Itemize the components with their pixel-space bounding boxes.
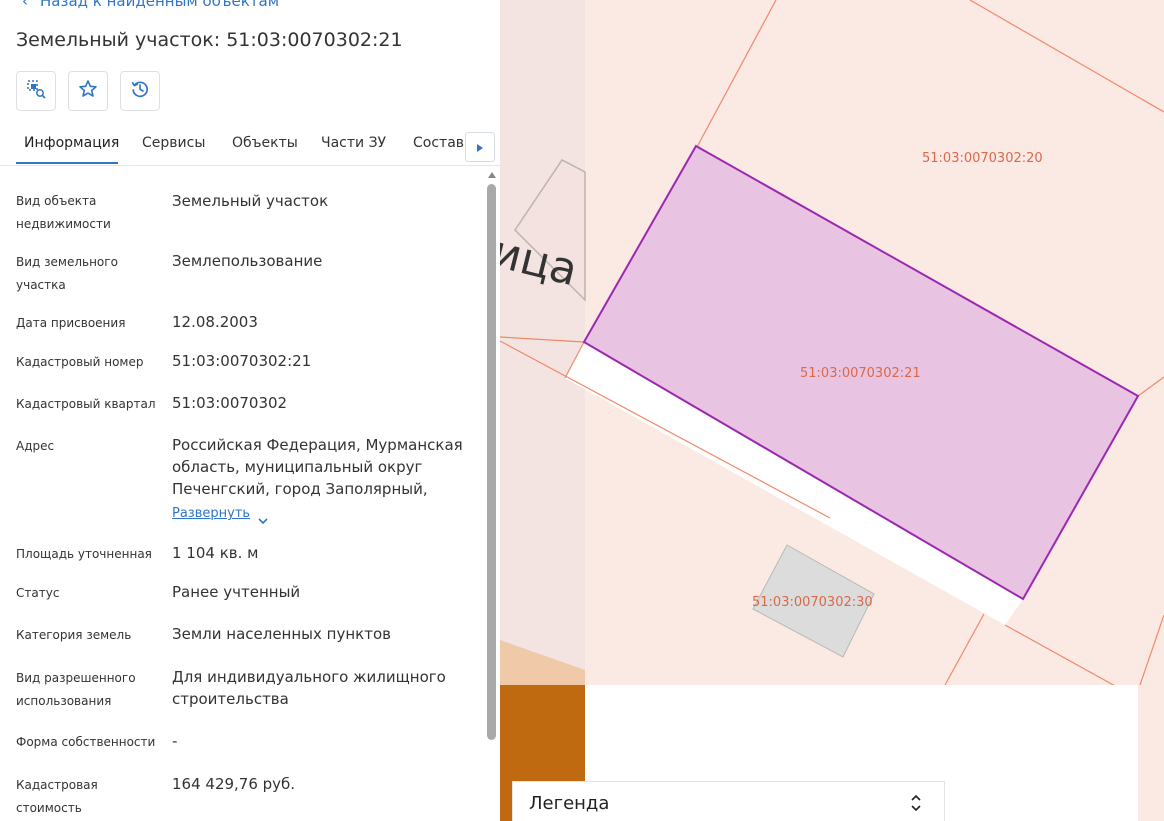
legend-panel[interactable]: Легенда — [512, 781, 945, 821]
row-value-land-category: Земли населенных пунктов — [172, 625, 391, 643]
select-on-map-button[interactable] — [16, 71, 56, 111]
parcel-label-20: 51:03:0070302:20 — [922, 151, 1043, 166]
scroll-thumb[interactable] — [487, 184, 496, 740]
panel-scrollbar[interactable] — [487, 172, 497, 742]
row-label-cadastral-number: Кадастровый номер — [16, 355, 144, 369]
expand-collapse-icon[interactable] — [910, 794, 922, 816]
active-tab-indicator — [16, 162, 118, 164]
back-link-label: Назад к найденным объектам — [40, 0, 280, 10]
select-on-map-icon — [25, 78, 47, 104]
row-value-area: 1 104 кв. м — [172, 544, 259, 562]
row-value-assign-date: 12.08.2003 — [172, 313, 258, 331]
tab-parcel-parts[interactable]: Части ЗУ — [321, 135, 386, 151]
row-value-status: Ранее учтенный — [172, 583, 301, 601]
history-icon — [130, 79, 150, 103]
chevron-down-icon[interactable] — [257, 510, 269, 529]
row-label-cadastral-quarter: Кадастровый квартал — [16, 397, 156, 411]
map-view[interactable]: ица 51:03:0070302:20 51:03:0070302:21 51… — [500, 0, 1164, 821]
row-label-address: Адрес — [16, 439, 55, 453]
chevron-left-icon: ‹ — [22, 0, 28, 10]
row-value-object-type: Земельный участок — [172, 192, 329, 210]
row-value-land-type: Землепользование — [172, 252, 323, 270]
row-label-status: Статус — [16, 586, 60, 600]
page-title: Земельный участок: 51:03:0070302:21 — [16, 29, 403, 51]
row-value-permitted-use: Для индивидуального жилищного строительс… — [172, 668, 446, 708]
row-value-cadastral-quarter: 51:03:0070302 — [172, 394, 288, 412]
row-label-ownership-form: Форма собственности — [16, 735, 156, 749]
row-label-land-type: Вид земельного участка — [16, 255, 118, 292]
back-to-results-link[interactable]: ‹ Назад к найденным объектам — [22, 0, 279, 10]
row-label-permitted-use: Вид разрешенного использования — [16, 671, 136, 708]
row-label-area: Площадь уточненная — [16, 547, 152, 561]
favorite-button[interactable] — [68, 71, 108, 111]
parcel-label-30: 51:03:0070302:30 — [752, 595, 873, 610]
scroll-up-arrow[interactable] — [488, 172, 496, 178]
tab-objects[interactable]: Объекты — [232, 135, 298, 151]
map-canvas: ица 51:03:0070302:20 51:03:0070302:21 51… — [500, 0, 1164, 821]
parcel-label-21: 51:03:0070302:21 — [800, 366, 921, 381]
row-value-address: Российская Федерация, Мурманская область… — [172, 436, 463, 498]
legend-title: Легенда — [529, 793, 610, 814]
row-label-assign-date: Дата присвоения — [16, 316, 126, 330]
expand-address-link[interactable]: Развернуть — [172, 506, 250, 521]
object-info-panel: ‹ Назад к найденным объектам Земельный уч… — [0, 0, 500, 821]
caret-right-icon — [476, 138, 484, 157]
row-label-cadastral-value: Кадастровая стоимость — [16, 778, 98, 815]
tab-services[interactable]: Сервисы — [142, 135, 205, 151]
tab-composition[interactable]: Состав — [413, 135, 464, 151]
row-value-cadastral-value: 164 429,76 руб. — [172, 775, 296, 793]
row-value-cadastral-number: 51:03:0070302:21 — [172, 352, 312, 370]
row-value-ownership-form: - — [172, 732, 178, 750]
tabs-scroll-right-button[interactable] — [465, 132, 495, 162]
map-lower-right-strip — [1138, 685, 1164, 821]
map-left-strip — [500, 0, 585, 685]
row-label-object-type: Вид объекта недвижимости — [16, 194, 111, 231]
star-icon — [78, 79, 98, 103]
row-label-land-category: Категория земель — [16, 628, 132, 642]
history-button[interactable] — [120, 71, 160, 111]
tab-bar: Информация Сервисы Объекты Части ЗУ Сост… — [0, 124, 500, 166]
tab-information[interactable]: Информация — [24, 135, 119, 151]
